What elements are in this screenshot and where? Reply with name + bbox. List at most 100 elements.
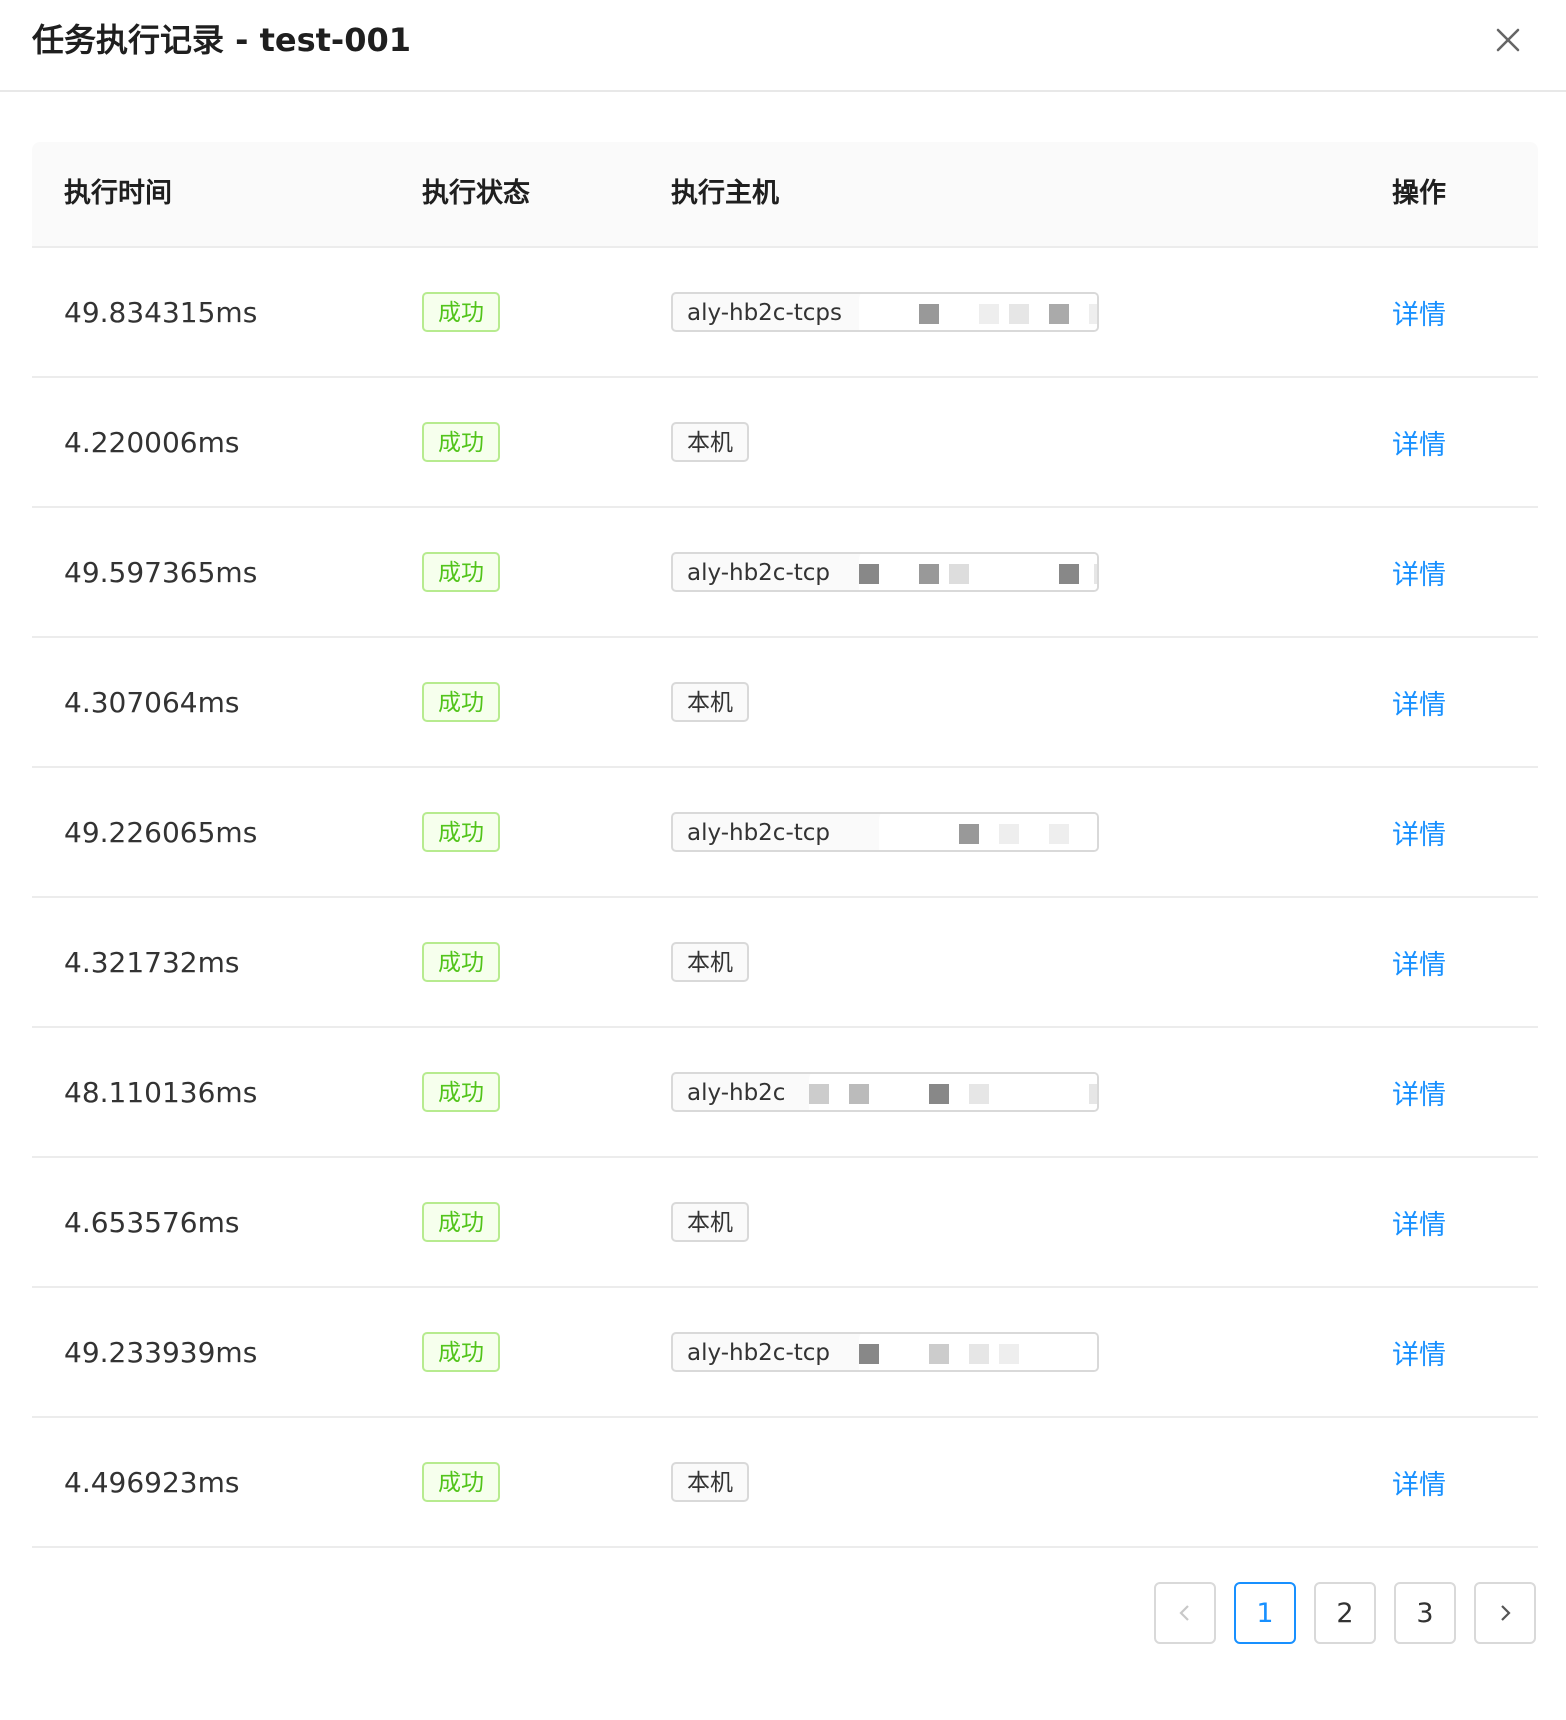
close-button[interactable]: [1488, 20, 1528, 60]
details-link[interactable]: 详情: [1392, 553, 1446, 592]
redacted-area: [859, 294, 1097, 330]
page-3-button[interactable]: 3: [1394, 1582, 1456, 1644]
prev-page-button[interactable]: [1154, 1582, 1216, 1644]
table-body: 49.834315ms 成功 aly-hb2c-tcps 详情 4.220006…: [32, 248, 1538, 1548]
host-tag: 本机: [671, 422, 749, 462]
status-cell: 成功: [422, 1418, 500, 1546]
table-row: 4.496923ms 成功 本机 详情: [32, 1418, 1538, 1548]
details-link[interactable]: 详情: [1392, 1463, 1446, 1502]
host-cell: 本机: [671, 378, 749, 506]
redaction-pixel: [859, 564, 879, 584]
execution-records-table: 执行时间 执行状态 执行主机 操作 49.834315ms 成功 aly-hb2…: [32, 142, 1538, 1548]
host-cell: 本机: [671, 1418, 749, 1546]
details-link[interactable]: 详情: [1392, 423, 1446, 462]
redaction-pixel: [849, 1084, 869, 1104]
modal-header: 任务执行记录 - test-001: [0, 0, 1566, 92]
status-cell: 成功: [422, 638, 500, 766]
host-cell: 本机: [671, 1158, 749, 1286]
host-tag: aly-hb2c-tcp: [671, 1332, 1099, 1372]
status-badge: 成功: [422, 1202, 500, 1242]
action-cell: 详情: [1392, 378, 1446, 506]
redaction-pixel: [859, 1344, 879, 1364]
host-tag: aly-hb2c-tcps: [671, 292, 1099, 332]
page-1-button[interactable]: 1: [1234, 1582, 1296, 1644]
execution-time: 4.653576ms: [64, 1205, 240, 1239]
chevron-right-icon: [1501, 1605, 1511, 1621]
host-cell: aly-hb2c-tcp: [671, 508, 1099, 636]
page-2-button[interactable]: 2: [1314, 1582, 1376, 1644]
table-row: 4.321732ms 成功 本机 详情: [32, 898, 1538, 1028]
redacted-area: [879, 814, 1097, 850]
status-badge: 成功: [422, 292, 500, 332]
table-row: 49.233939ms 成功 aly-hb2c-tcp 详情: [32, 1288, 1538, 1418]
host-cell: 本机: [671, 638, 749, 766]
host-cell: 本机: [671, 898, 749, 1026]
status-badge: 成功: [422, 1072, 500, 1112]
column-header-time: 执行时间: [64, 178, 172, 209]
details-link[interactable]: 详情: [1392, 1203, 1446, 1242]
redacted-area: [859, 554, 1097, 590]
host-cell: aly-hb2c-tcp: [671, 768, 1099, 896]
action-cell: 详情: [1392, 1028, 1446, 1156]
details-link[interactable]: 详情: [1392, 683, 1446, 722]
host-name: aly-hb2c-tcp: [687, 820, 831, 846]
redaction-pixel: [1009, 304, 1029, 324]
status-badge: 成功: [422, 682, 500, 722]
host-tag: aly-hb2c: [671, 1072, 1099, 1112]
details-link[interactable]: 详情: [1392, 293, 1446, 332]
host-tag: 本机: [671, 1462, 749, 1502]
details-link[interactable]: 详情: [1392, 1073, 1446, 1112]
action-cell: 详情: [1392, 898, 1446, 1026]
table-row: 49.226065ms 成功 aly-hb2c-tcp 详情: [32, 768, 1538, 898]
status-cell: 成功: [422, 898, 500, 1026]
host-cell: aly-hb2c-tcp: [671, 1288, 1099, 1416]
execution-time: 4.496923ms: [64, 1465, 240, 1499]
status-cell: 成功: [422, 1028, 500, 1156]
table-row: 49.834315ms 成功 aly-hb2c-tcps 详情: [32, 248, 1538, 378]
execution-time: 4.307064ms: [64, 685, 240, 719]
action-cell: 详情: [1392, 638, 1446, 766]
host-name: 本机: [687, 430, 733, 456]
host-name: aly-hb2c-tcp: [687, 1340, 831, 1366]
redaction-pixel: [1094, 564, 1097, 584]
details-link[interactable]: 详情: [1392, 813, 1446, 852]
status-badge: 成功: [422, 942, 500, 982]
status-badge: 成功: [422, 1462, 500, 1502]
modal-title: 任务执行记录 - test-001: [32, 21, 411, 59]
host-tag: aly-hb2c-tcp: [671, 812, 1099, 852]
status-cell: 成功: [422, 768, 500, 896]
redaction-pixel: [929, 1344, 949, 1364]
pagination: 1 2 3: [0, 1582, 1566, 1648]
host-name: aly-hb2c: [687, 1080, 786, 1106]
table-row: 48.110136ms 成功 aly-hb2c 详情: [32, 1028, 1538, 1158]
redaction-pixel: [999, 824, 1019, 844]
table-row: 4.220006ms 成功 本机 详情: [32, 378, 1538, 508]
redaction-pixel: [959, 824, 979, 844]
host-tag: 本机: [671, 942, 749, 982]
action-cell: 详情: [1392, 1158, 1446, 1286]
action-cell: 详情: [1392, 1288, 1446, 1416]
redaction-pixel: [1089, 1084, 1097, 1104]
host-name: 本机: [687, 690, 733, 716]
redaction-pixel: [1089, 304, 1097, 324]
redaction-pixel: [1049, 304, 1069, 324]
host-name: 本机: [687, 1210, 733, 1236]
redaction-pixel: [999, 1344, 1019, 1364]
redaction-pixel: [1049, 824, 1069, 844]
status-badge: 成功: [422, 422, 500, 462]
status-badge: 成功: [422, 812, 500, 852]
redaction-pixel: [1059, 564, 1079, 584]
redacted-area: [809, 1074, 1097, 1110]
action-cell: 详情: [1392, 248, 1446, 376]
host-name: aly-hb2c-tcp: [687, 560, 831, 586]
redaction-pixel: [809, 1084, 829, 1104]
details-link[interactable]: 详情: [1392, 1333, 1446, 1372]
column-header-status: 执行状态: [422, 178, 530, 209]
host-tag: aly-hb2c-tcp: [671, 552, 1099, 592]
execution-time: 4.321732ms: [64, 945, 240, 979]
details-link[interactable]: 详情: [1392, 943, 1446, 982]
action-cell: 详情: [1392, 768, 1446, 896]
table-row: 4.653576ms 成功 本机 详情: [32, 1158, 1538, 1288]
next-page-button[interactable]: [1474, 1582, 1536, 1644]
host-cell: aly-hb2c-tcps: [671, 248, 1099, 376]
